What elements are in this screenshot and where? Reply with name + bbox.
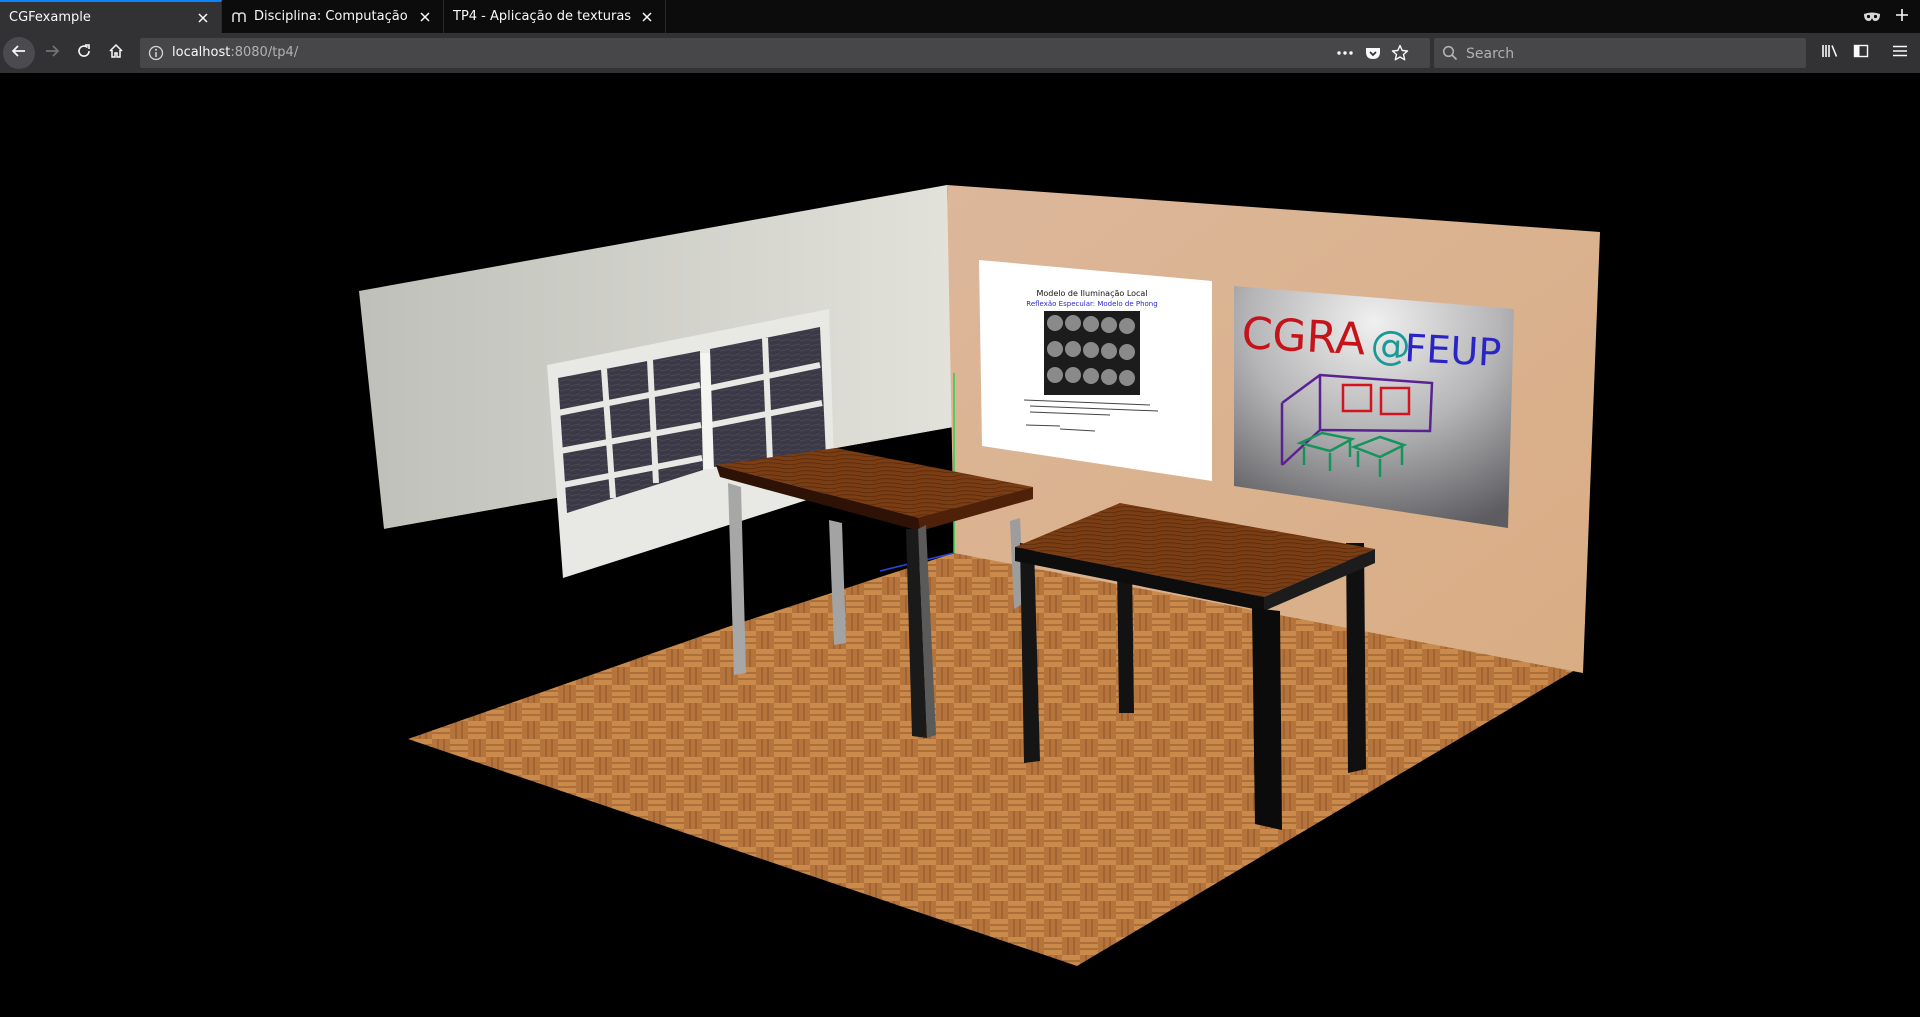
navigation-toolbar: localhost:8080/tp4/ (0, 33, 1920, 73)
url-bar[interactable]: localhost:8080/tp4/ (140, 38, 1430, 68)
tab-cgfexample[interactable]: CGFexample (0, 0, 222, 33)
close-icon[interactable] (417, 9, 433, 25)
moodle-favicon-icon (231, 9, 247, 25)
arrow-left-icon (11, 43, 27, 63)
board-text-cgra: CGRA (1240, 308, 1366, 365)
tab-tp4-pdf[interactable]: TP4 - Aplicação de texturas.pdf (444, 0, 666, 33)
search-bar[interactable] (1434, 38, 1806, 70)
url-host: localhost (172, 45, 231, 60)
tab-title: TP4 - Aplicação de texturas.pdf (453, 9, 631, 24)
reload-button[interactable] (68, 37, 100, 69)
home-icon (108, 43, 124, 63)
scene-render: Modelo de Iluminação Local Reflexão Espe… (359, 185, 1600, 966)
star-icon[interactable] (1391, 44, 1409, 66)
menu-button[interactable] (1884, 37, 1916, 69)
back-button[interactable] (3, 37, 35, 69)
mask-icon (1856, 0, 1888, 33)
poster-title: Modelo de Iluminação Local (1036, 289, 1147, 298)
search-input[interactable] (1464, 38, 1788, 70)
close-icon[interactable] (639, 9, 655, 25)
webgl-canvas[interactable]: Modelo de Iluminação Local Reflexão Espe… (0, 73, 1920, 1017)
poster-subtitle: Reflexão Especular: Modelo de Phong (1026, 300, 1157, 308)
url-text[interactable]: localhost:8080/tp4/ (172, 38, 298, 68)
new-tab-button[interactable] (1886, 0, 1918, 33)
home-button[interactable] (100, 37, 132, 69)
close-icon[interactable] (195, 10, 211, 26)
tab-title: Disciplina: Computação Gráfi (254, 9, 409, 24)
info-icon[interactable] (148, 45, 164, 65)
forward-button[interactable] (36, 37, 68, 69)
sidebar-icon (1853, 43, 1869, 63)
hamburger-menu-icon (1892, 43, 1908, 63)
library-icon (1821, 43, 1839, 63)
arrow-right-icon (44, 43, 60, 63)
search-icon (1442, 45, 1458, 65)
url-path: :8080/tp4/ (230, 45, 299, 60)
library-button[interactable] (1814, 37, 1846, 69)
lighting-poster: Modelo de Iluminação Local Reflexão Espe… (979, 260, 1212, 481)
sidebar-button[interactable] (1845, 37, 1877, 69)
tab-title: CGFexample (9, 10, 91, 25)
cgra-feup-board: CGRA @ FEUP (1234, 286, 1514, 528)
reload-icon (76, 43, 92, 63)
plus-icon (1895, 7, 1909, 26)
pocket-icon[interactable] (1365, 45, 1381, 65)
tab-strip: CGFexample Disciplina: Computação Gráfi … (0, 0, 1920, 33)
browser-window: CGFexample Disciplina: Computação Gráfi … (0, 0, 1920, 1017)
tab-disciplina[interactable]: Disciplina: Computação Gráfi (222, 0, 444, 33)
ellipsis-icon[interactable] (1336, 45, 1354, 65)
board-text-feup: FEUP (1404, 326, 1503, 375)
